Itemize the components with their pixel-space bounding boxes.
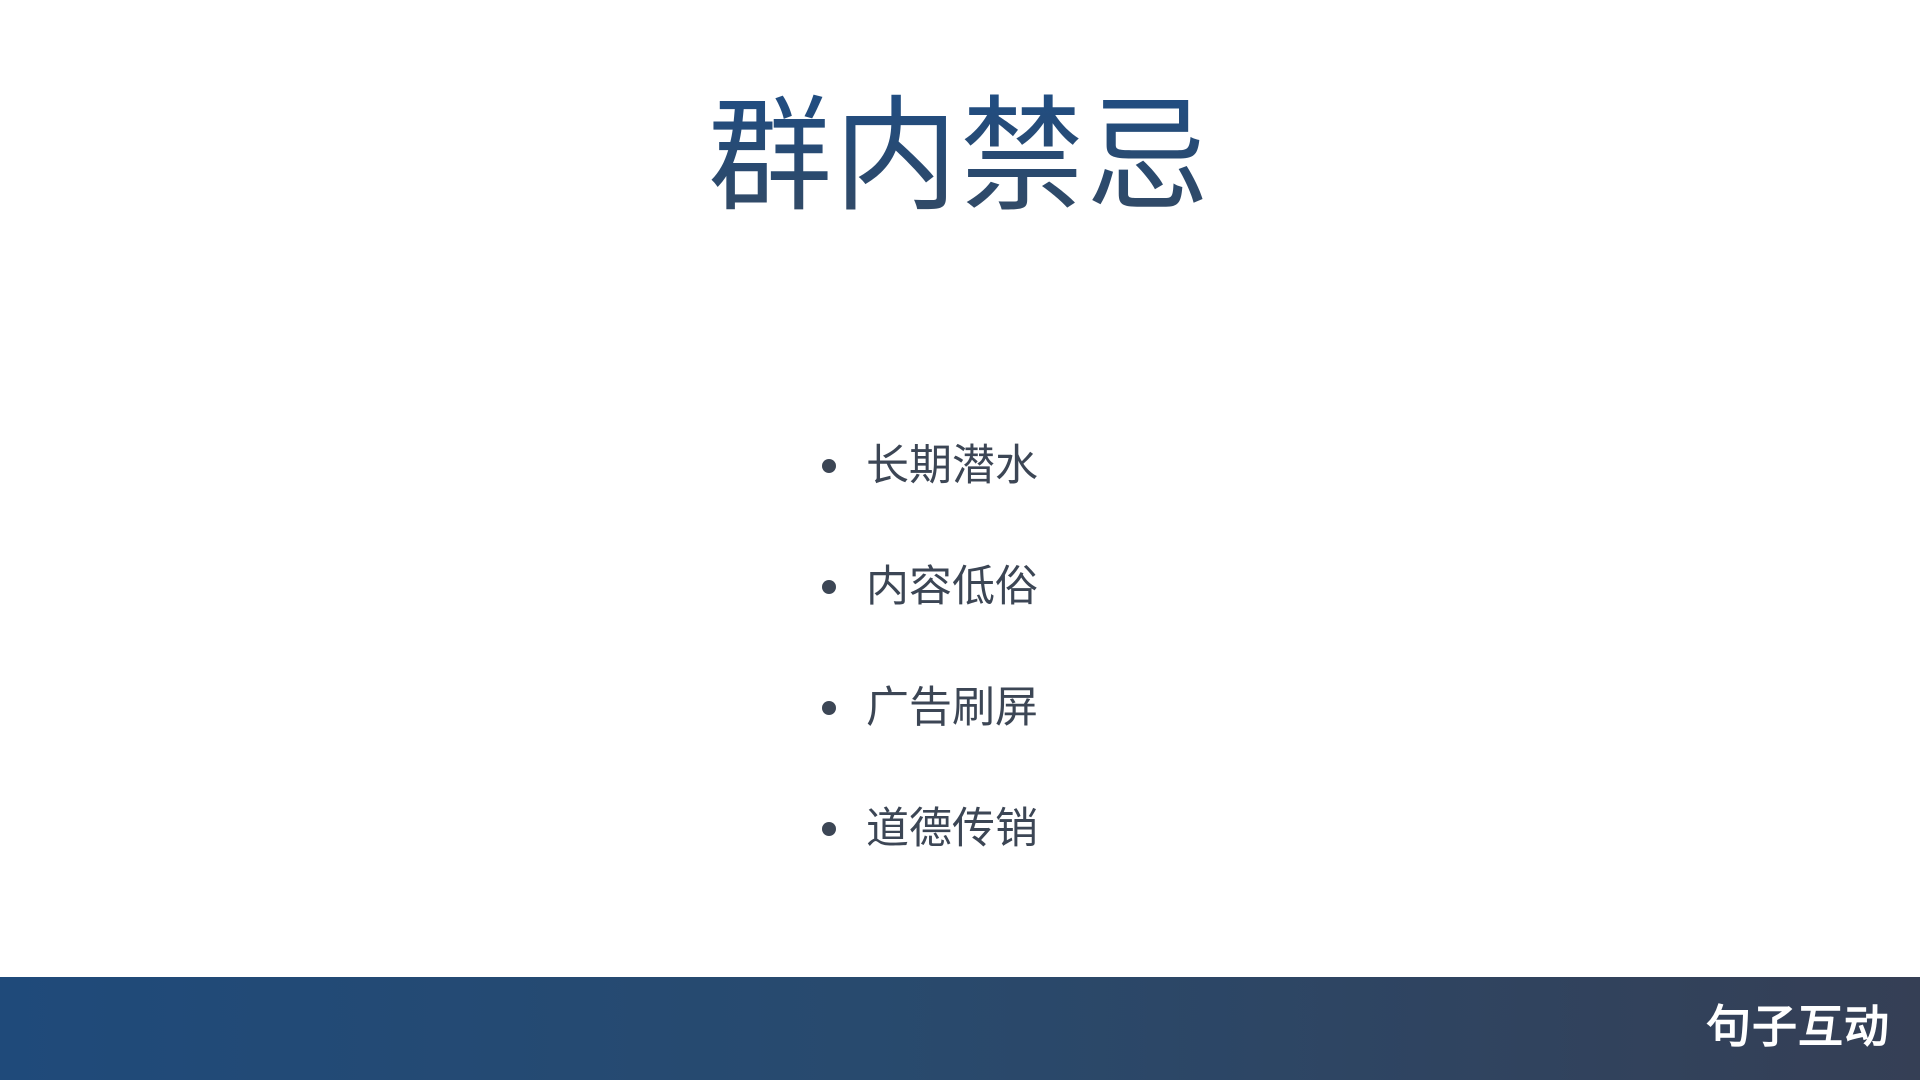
slide: 群内禁忌 长期潜水 内容低俗 广告刷屏 道德传销 句子互动 [0,0,1920,1080]
bullet-dot-icon [822,700,836,715]
footer-bar: 句子互动 [0,977,1920,1080]
slide-title: 群内禁忌 [0,82,1920,232]
bullet-text: 内容低俗 [866,561,1038,612]
bullet-text: 长期潜水 [866,440,1038,491]
bullet-item: 道德传销 [822,768,1222,889]
bullet-text: 广告刷屏 [866,682,1038,733]
bullet-list: 长期潜水 内容低俗 广告刷屏 道德传销 [822,405,1222,889]
bullet-dot-icon [822,579,836,594]
footer-brand-text: 句子互动 [1705,1000,1890,1053]
bullet-text: 道德传销 [866,803,1038,854]
bullet-item: 长期潜水 [822,405,1222,526]
bullet-item: 广告刷屏 [822,647,1222,768]
bullet-dot-icon [822,458,836,473]
bullet-item: 内容低俗 [822,526,1222,647]
bullet-dot-icon [822,821,836,836]
